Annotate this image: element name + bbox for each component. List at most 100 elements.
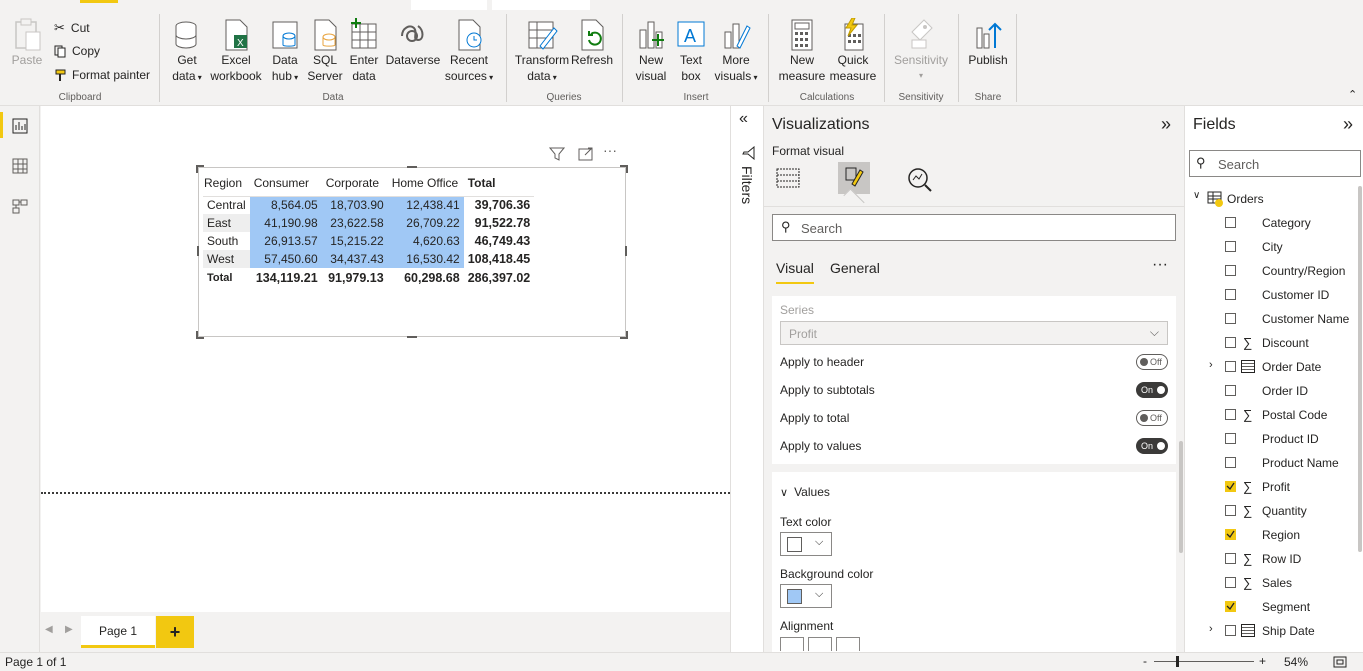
get-data-button[interactable]: Get data ▾ <box>166 18 208 88</box>
column-header-home-office[interactable]: Home Office <box>388 170 464 196</box>
field-item[interactable]: Country/Region <box>1185 259 1363 283</box>
align-center-button[interactable] <box>808 637 832 651</box>
column-header-consumer[interactable]: Consumer <box>250 170 322 196</box>
zoom-in-button[interactable]: + <box>1259 654 1266 668</box>
field-checkbox[interactable] <box>1225 313 1236 324</box>
total-row-cell[interactable]: 134,119.21 <box>250 268 322 287</box>
scrollbar[interactable] <box>1358 186 1362 552</box>
field-item[interactable]: ∑ Profit <box>1185 475 1363 499</box>
value-cell[interactable]: 18,703.90 <box>321 196 388 214</box>
cut-button[interactable]: ✂ Cut <box>54 20 90 36</box>
field-checkbox[interactable] <box>1225 529 1236 540</box>
format-search-input[interactable]: ⚲ Search <box>772 214 1176 241</box>
refresh-button[interactable]: Refresh <box>570 18 614 88</box>
row-total-cell[interactable]: 46,749.43 <box>463 232 535 250</box>
toggle-switch[interactable]: Off <box>1136 410 1168 426</box>
value-cell[interactable]: 12,438.41 <box>387 196 464 214</box>
publish-button[interactable]: Publish <box>964 18 1012 88</box>
value-cell[interactable]: 15,215.22 <box>321 232 388 250</box>
align-right-button[interactable] <box>836 637 860 651</box>
field-checkbox[interactable] <box>1225 409 1236 420</box>
add-page-button[interactable]: + <box>156 616 194 648</box>
value-cell[interactable]: 57,450.60 <box>249 250 322 268</box>
table-name[interactable]: Orders <box>1227 192 1264 206</box>
field-checkbox[interactable] <box>1225 265 1236 276</box>
excel-workbook-button[interactable]: X Excel workbook <box>208 18 264 88</box>
resize-handle[interactable] <box>407 336 417 338</box>
column-header-total[interactable]: Total <box>464 170 535 196</box>
field-checkbox[interactable] <box>1225 361 1236 372</box>
chevron-right-icon[interactable]: › <box>1209 623 1213 635</box>
total-row-cell[interactable]: 60,298.68 <box>388 268 464 287</box>
tab-general[interactable]: General <box>830 260 880 276</box>
copy-button[interactable]: Copy <box>54 44 100 58</box>
collapse-pane-icon[interactable]: » <box>1161 114 1171 135</box>
value-cell[interactable]: 34,437.43 <box>321 250 388 268</box>
field-item[interactable]: Product Name <box>1185 451 1363 475</box>
field-item[interactable]: Region <box>1185 523 1363 547</box>
scroll-left-icon[interactable]: ◀ <box>45 624 53 635</box>
value-cell[interactable]: 23,622.58 <box>321 214 388 232</box>
field-item[interactable]: ∑ Sales <box>1185 571 1363 595</box>
value-cell[interactable]: 41,190.98 <box>249 214 322 232</box>
format-visual-tab[interactable] <box>838 162 870 194</box>
paste-button[interactable]: Paste <box>10 18 44 88</box>
field-checkbox[interactable] <box>1225 625 1236 636</box>
toggle-switch[interactable]: On <box>1136 382 1168 398</box>
fit-to-page-icon[interactable] <box>1333 656 1347 668</box>
data-hub-button[interactable]: Data hub ▾ <box>264 18 306 88</box>
new-measure-button[interactable]: New measure <box>776 18 828 88</box>
field-item[interactable]: Product ID <box>1185 427 1363 451</box>
row-total-cell[interactable]: 39,706.36 <box>463 196 535 214</box>
series-dropdown[interactable]: Profit ⌵ <box>780 321 1168 345</box>
toggle-switch[interactable]: On <box>1136 438 1168 454</box>
total-row-cell[interactable]: 91,979.13 <box>322 268 388 287</box>
field-checkbox[interactable] <box>1225 505 1236 516</box>
field-item[interactable]: City <box>1185 235 1363 259</box>
build-visual-icon[interactable] <box>776 166 802 190</box>
enter-data-button[interactable]: Enter data <box>344 18 384 88</box>
resize-handle[interactable] <box>197 246 199 256</box>
sql-server-button[interactable]: SQL Server <box>306 18 344 88</box>
toggle-switch[interactable]: Off <box>1136 354 1168 370</box>
field-item[interactable]: › Ship Date <box>1185 619 1363 643</box>
align-left-button[interactable] <box>780 637 804 651</box>
row-total-cell[interactable]: 108,418.45 <box>463 250 535 268</box>
report-view-icon[interactable] <box>12 118 28 134</box>
field-checkbox[interactable] <box>1225 241 1236 252</box>
tab-visual[interactable]: Visual <box>776 260 814 284</box>
dataverse-button[interactable]: Dataverse <box>384 18 442 88</box>
resize-handle[interactable] <box>407 166 417 168</box>
row-header[interactable]: South <box>203 232 250 250</box>
chevron-down-icon[interactable]: ∨ <box>1193 190 1200 201</box>
focus-mode-icon[interactable] <box>578 147 594 161</box>
tab-page-1[interactable]: Page 1 <box>81 616 155 648</box>
scroll-right-icon[interactable]: ▶ <box>65 624 73 635</box>
collapse-ribbon-icon[interactable]: ⌃ <box>1348 88 1357 101</box>
zoom-slider-thumb[interactable] <box>1176 656 1179 667</box>
field-item[interactable]: Order ID <box>1185 379 1363 403</box>
field-checkbox[interactable] <box>1225 217 1236 228</box>
collapse-pane-icon[interactable]: » <box>1343 114 1353 135</box>
filters-pane-collapsed[interactable]: « Filters <box>730 106 764 652</box>
recent-sources-button[interactable]: Recent sources ▾ <box>442 18 496 88</box>
quick-measure-button[interactable]: Quick measure <box>828 18 878 88</box>
report-canvas[interactable]: ··· Region Consumer Corporate Home Offic… <box>41 106 730 612</box>
sensitivity-button[interactable]: Sensitivity ▾ <box>890 18 952 88</box>
text-box-button[interactable]: A Text box <box>672 18 710 88</box>
analytics-icon[interactable] <box>906 166 934 192</box>
fields-search-input[interactable]: ⚲ Search <box>1189 150 1361 177</box>
transform-data-button[interactable]: Transform data ▾ <box>514 18 570 88</box>
zoom-out-button[interactable]: - <box>1143 654 1147 668</box>
resize-handle[interactable] <box>196 331 204 339</box>
field-checkbox[interactable] <box>1225 577 1236 588</box>
new-visual-button[interactable]: New visual <box>630 18 672 88</box>
expand-filters-icon[interactable]: « <box>739 110 748 128</box>
value-cell[interactable]: 26,709.22 <box>387 214 464 232</box>
field-checkbox[interactable] <box>1225 457 1236 468</box>
resize-handle[interactable] <box>620 165 628 173</box>
scrollbar[interactable] <box>1179 441 1183 553</box>
field-checkbox[interactable] <box>1225 289 1236 300</box>
row-header[interactable]: West <box>203 250 250 268</box>
field-item[interactable]: Customer ID <box>1185 283 1363 307</box>
